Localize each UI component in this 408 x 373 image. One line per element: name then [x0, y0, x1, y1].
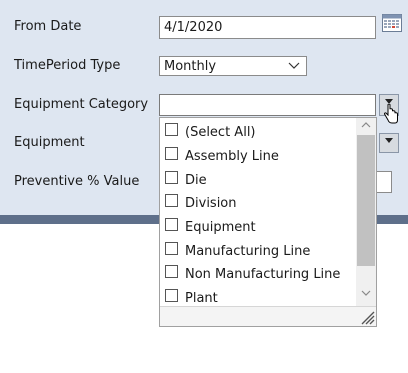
calendar-icon[interactable]: [382, 14, 402, 32]
from-date-input[interactable]: 4/1/2020: [159, 16, 376, 39]
checkbox[interactable]: [165, 171, 178, 184]
list-item[interactable]: Manufacturing Line: [165, 241, 310, 261]
checkbox[interactable]: [165, 147, 178, 160]
timeperiod-type-value: Monthly: [164, 59, 217, 74]
equipment-dropdown-button[interactable]: [379, 133, 399, 153]
list-item[interactable]: Equipment: [165, 217, 256, 237]
list-item[interactable]: Die: [165, 170, 207, 190]
list-item[interactable]: Plant: [165, 288, 218, 308]
timeperiod-type-label: TimePeriod Type: [14, 58, 121, 73]
checkbox[interactable]: [165, 123, 178, 136]
vertical-scrollbar[interactable]: [356, 118, 376, 306]
chevron-down-icon: [288, 58, 300, 75]
list-item[interactable]: Non Manufacturing Line: [165, 264, 340, 284]
equipment-category-label: Equipment Category: [14, 97, 149, 112]
dropdown-footer: [160, 306, 376, 326]
checkbox[interactable]: [165, 265, 178, 278]
preventive-value-label: Preventive % Value: [14, 174, 140, 189]
list-item[interactable]: Division: [165, 193, 237, 213]
timeperiod-type-select[interactable]: Monthly: [159, 56, 307, 76]
equipment-label: Equipment: [14, 135, 85, 150]
checkbox[interactable]: [165, 218, 178, 231]
scrollbar-thumb[interactable]: [357, 135, 375, 266]
checkbox[interactable]: [165, 194, 178, 207]
checkbox[interactable]: [165, 242, 178, 255]
equipment-category-input[interactable]: [159, 94, 376, 116]
scroll-down-icon[interactable]: [356, 286, 376, 303]
dropdown-arrow-icon: [385, 138, 393, 143]
resize-grip-icon[interactable]: [359, 309, 375, 325]
from-date-label: From Date: [14, 19, 82, 34]
list-item[interactable]: (Select All): [165, 122, 256, 142]
preventive-value-input[interactable]: [376, 171, 392, 193]
checkbox-list: (Select All) Assembly Line Die Division …: [160, 118, 356, 310]
checkbox[interactable]: [165, 289, 178, 302]
equipment-category-dropdown-list[interactable]: (Select All) Assembly Line Die Division …: [159, 117, 377, 327]
scroll-up-icon[interactable]: [356, 118, 376, 135]
hand-cursor-icon: [383, 103, 399, 126]
list-item[interactable]: Assembly Line: [165, 146, 279, 166]
